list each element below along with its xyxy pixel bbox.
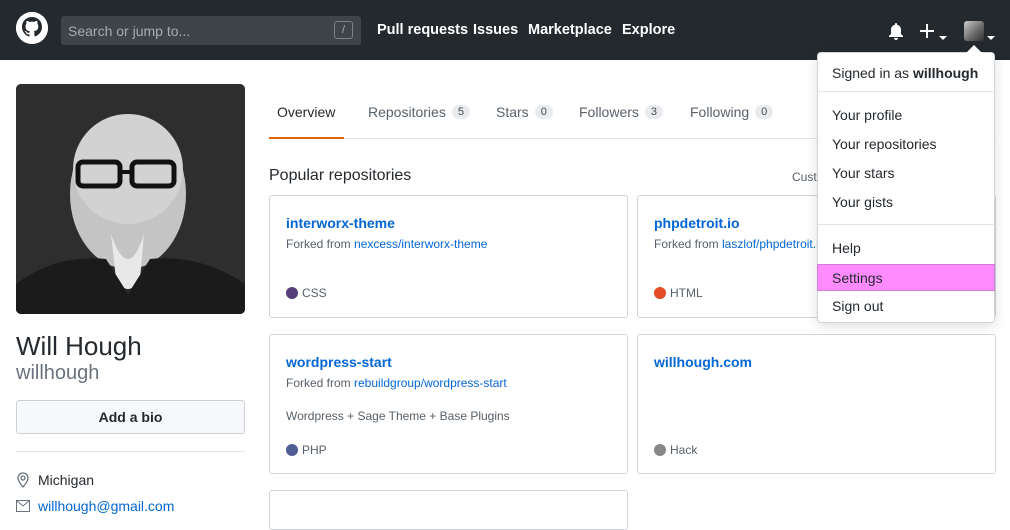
tab-followers[interactable]: Followers 3 (579, 96, 664, 139)
menu-your-profile[interactable]: Your profile (818, 102, 994, 128)
repo-language: PHP (286, 443, 327, 457)
language-label: Hack (670, 443, 698, 457)
customize-pins-link[interactable]: Cust (792, 170, 817, 184)
nav-marketplace[interactable]: Marketplace (528, 22, 612, 38)
profile-username: willhough (16, 362, 100, 384)
avatar-icon[interactable] (964, 21, 984, 41)
language-color-dot (654, 287, 666, 299)
search-box[interactable]: / (61, 16, 361, 45)
add-bio-button[interactable]: Add a bio (16, 400, 245, 434)
repo-language: Hack (654, 443, 697, 457)
language-color-dot (286, 444, 298, 456)
signed-in-username: willhough (912, 65, 979, 81)
language-color-dot (286, 287, 298, 299)
tab-count: 3 (644, 105, 664, 119)
profile-fullname: Will Hough (16, 331, 142, 361)
location-icon (17, 472, 29, 488)
fork-prefix: Forked from (286, 237, 355, 251)
location-text: Michigan (38, 472, 95, 488)
menu-sign-out[interactable]: Sign out (818, 293, 994, 319)
profile-email[interactable]: willhough@gmail.com (16, 498, 174, 514)
repo-card: willhough.com Hack (637, 334, 996, 474)
tab-repositories[interactable]: Repositories 5 (368, 96, 470, 139)
tab-label: Repositories (368, 104, 446, 120)
signed-in-as: Signed in as willhough (832, 65, 978, 81)
bell-icon[interactable] (888, 22, 904, 45)
github-logo-icon[interactable] (16, 12, 48, 44)
fork-prefix: Forked from (286, 376, 355, 390)
search-shortcut-key: / (334, 21, 353, 39)
tab-following[interactable]: Following 0 (690, 96, 774, 139)
profile-avatar[interactable] (16, 84, 245, 314)
repo-description: Wordpress + Sage Theme + Base Plugins (286, 409, 510, 423)
dropdown-caret (966, 45, 982, 53)
repo-name-link[interactable]: wordpress-start (286, 354, 392, 370)
repo-card (269, 490, 628, 530)
chevron-down-icon[interactable] (987, 29, 995, 47)
language-label: HTML (670, 286, 703, 300)
language-label: CSS (302, 286, 327, 300)
tab-overview[interactable]: Overview (269, 96, 344, 139)
menu-settings[interactable]: Settings (817, 264, 995, 291)
fork-prefix: Forked from (654, 237, 723, 251)
chevron-down-icon[interactable] (939, 29, 947, 47)
profile-divider (16, 451, 245, 452)
fork-source-link[interactable]: rebuildgroup/wordpress-start (354, 376, 507, 390)
profile-location: Michigan (16, 472, 94, 488)
fork-source-link[interactable]: laszlof/phpdetroit.io (722, 237, 825, 251)
email-link[interactable]: willhough@gmail.com (38, 498, 174, 514)
tab-label: Overview (277, 104, 336, 120)
nav-pull-requests[interactable]: Pull requests (377, 22, 468, 38)
signed-in-prefix: Signed in as (832, 65, 913, 81)
tab-count: 0 (534, 105, 553, 119)
tab-count: 5 (451, 105, 470, 119)
dropdown-divider (818, 91, 994, 92)
repo-card: wordpress-start Forked from rebuildgroup… (269, 334, 628, 474)
repo-fork-info: Forked from rebuildgroup/wordpress-start (286, 376, 507, 390)
user-dropdown-menu: Signed in as willhough Your profile Your… (817, 45, 995, 323)
repo-name-link[interactable]: phpdetroit.io (654, 215, 740, 231)
language-label: PHP (302, 443, 327, 457)
tab-label: Followers (579, 104, 639, 120)
menu-help[interactable]: Help (818, 235, 994, 261)
repo-name-link[interactable]: willhough.com (654, 354, 752, 370)
repo-card: interworx-theme Forked from nexcess/inte… (269, 195, 628, 318)
menu-your-stars[interactable]: Your stars (818, 160, 994, 186)
plus-icon[interactable] (920, 24, 934, 43)
menu-your-gists[interactable]: Your gists (818, 189, 994, 215)
repo-language: CSS (286, 286, 327, 300)
repo-fork-info: Forked from nexcess/interworx-theme (286, 237, 487, 251)
language-color-dot (654, 444, 666, 456)
top-header: / Pull requests Issues Marketplace Explo… (0, 0, 1010, 60)
nav-issues[interactable]: Issues (473, 22, 518, 38)
popular-repos-title: Popular repositories (269, 167, 412, 184)
search-input[interactable] (61, 16, 321, 45)
repo-fork-info: Forked from laszlof/phpdetroit.io (654, 237, 825, 251)
fork-source-link[interactable]: nexcess/interworx-theme (354, 237, 487, 251)
tab-label: Stars (496, 104, 529, 120)
dropdown-divider (818, 224, 994, 225)
tab-label: Following (690, 104, 750, 120)
nav-explore[interactable]: Explore (622, 22, 675, 38)
mail-icon (16, 500, 30, 512)
tab-stars[interactable]: Stars 0 (496, 96, 553, 139)
tab-count: 0 (755, 105, 774, 119)
menu-your-repositories[interactable]: Your repositories (818, 131, 994, 157)
repo-name-link[interactable]: interworx-theme (286, 215, 395, 231)
repo-language: HTML (654, 286, 703, 300)
